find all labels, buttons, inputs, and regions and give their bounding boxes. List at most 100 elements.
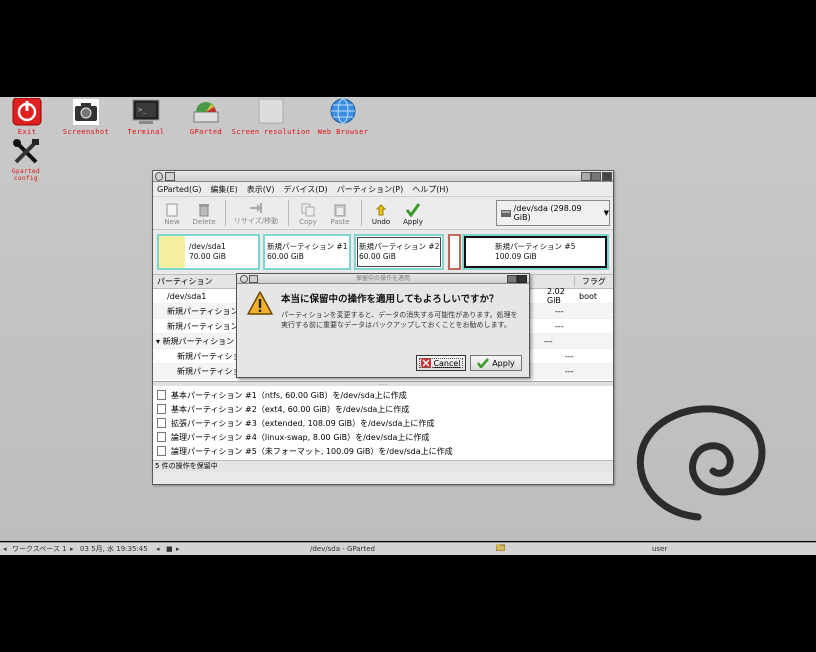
partition-block-swap[interactable] bbox=[448, 234, 461, 270]
copy-label: Copy bbox=[299, 218, 317, 226]
tray-next-icon[interactable]: ▸ bbox=[176, 543, 180, 555]
desktop-icon-label: Terminal bbox=[127, 128, 165, 136]
desktop-icon-screenshot[interactable]: Screenshot bbox=[62, 98, 110, 136]
partition-block-new-5[interactable]: 新規パーティション #5 100.09 GiB bbox=[462, 234, 609, 270]
operation-text: 論理パーティション #5（未フォーマット, 100.09 GiB）を/dev/s… bbox=[171, 446, 453, 456]
camera-icon bbox=[71, 98, 101, 126]
cell-unused: --- bbox=[555, 321, 564, 331]
operation-icon bbox=[157, 390, 166, 400]
menu-help[interactable]: ヘルプ(H) bbox=[412, 184, 448, 195]
partition-block-sda1[interactable]: /dev/sda1 70.00 GiB bbox=[157, 234, 260, 270]
workspace-next-icon[interactable]: ▸ bbox=[70, 543, 74, 555]
menu-gparted[interactable]: GParted(G) bbox=[157, 185, 201, 194]
cancel-icon bbox=[421, 358, 432, 368]
close-button[interactable] bbox=[602, 172, 612, 181]
menu-device[interactable]: デバイス(D) bbox=[283, 184, 327, 195]
menu-view[interactable]: 表示(V) bbox=[247, 184, 275, 195]
window-menu-icon[interactable] bbox=[155, 172, 163, 181]
menu-partition[interactable]: パーティション(P) bbox=[337, 184, 404, 195]
operation-icon bbox=[157, 404, 166, 414]
new-button[interactable]: New bbox=[157, 203, 187, 229]
toolbar-separator bbox=[288, 200, 289, 226]
window-icon bbox=[165, 172, 175, 181]
taskbar-user: user bbox=[652, 545, 668, 553]
desktop-icon-gparted-config[interactable]: Gparted config bbox=[4, 138, 48, 182]
column-header-flags[interactable]: フラグ bbox=[573, 276, 613, 287]
expander-arrow-icon[interactable]: ▾ bbox=[156, 337, 160, 346]
tray-stop-icon[interactable]: ■ bbox=[166, 543, 173, 555]
desktop-icon-label: Exit bbox=[17, 128, 37, 136]
apply-confirm-dialog: 保留中の操作を適用 本当に保留中の操作を適用してもよろしいですか？ パーティショ… bbox=[236, 273, 530, 378]
cell-unused: --- bbox=[555, 306, 564, 316]
toolbar: New Delete リサイズ/移動 Copy Paste Undo Apply… bbox=[153, 197, 613, 230]
paste-icon bbox=[333, 203, 347, 217]
undo-button[interactable]: Undo bbox=[366, 203, 396, 229]
svg-text:>_: >_ bbox=[138, 106, 148, 114]
checkmark-icon bbox=[405, 203, 421, 218]
maximize-button[interactable] bbox=[591, 172, 601, 181]
menu-edit[interactable]: 編集(E) bbox=[210, 184, 237, 195]
delete-button[interactable]: Delete bbox=[189, 203, 219, 229]
desktop-icon-web-browser[interactable]: Web Browser bbox=[314, 98, 372, 136]
desktop-icon-terminal[interactable]: >_ Terminal bbox=[124, 98, 168, 136]
partition-block-new-1[interactable]: 新規パーティション #1 60.00 GiB bbox=[263, 234, 351, 270]
gparted-icon bbox=[191, 98, 221, 126]
dialog-message: パーティションを変更すると、データの消失する可能性があります。処理を実行する前に… bbox=[281, 311, 518, 329]
operation-text: 拡張パーティション #3（extended, 108.09 GiB）を/dev/… bbox=[171, 418, 435, 428]
partition-block-name: 新規パーティション #1 bbox=[267, 242, 348, 251]
partition-block-name: 新規パーティション #2 bbox=[359, 242, 440, 251]
workspace-prev-icon[interactable]: ◂ bbox=[3, 543, 7, 555]
operation-text: 基本パーティション #1（ntfs, 60.00 GiB）を/dev/sda上に… bbox=[171, 390, 407, 400]
partition-block-new-2[interactable]: 新規パーティション #2 60.00 GiB bbox=[354, 234, 444, 270]
trash-icon bbox=[197, 203, 211, 217]
cancel-button[interactable]: Cancel bbox=[416, 355, 466, 371]
terminal-icon: >_ bbox=[131, 98, 161, 126]
operation-text: 基本パーティション #2（ext4, 60.00 GiB）を/dev/sda上に… bbox=[171, 404, 410, 414]
power-icon bbox=[12, 97, 42, 126]
resize-label: リサイズ/移動 bbox=[233, 217, 279, 225]
operation-item[interactable]: 拡張パーティション #3（extended, 108.09 GiB）を/dev/… bbox=[153, 416, 613, 430]
operation-item[interactable]: 基本パーティション #1（ntfs, 60.00 GiB）を/dev/sda上に… bbox=[153, 388, 613, 402]
pending-operations-list: 基本パーティション #1（ntfs, 60.00 GiB）を/dev/sda上に… bbox=[153, 386, 613, 460]
dialog-close-button[interactable] bbox=[517, 275, 527, 283]
partition-block-size: 100.09 GiB bbox=[495, 252, 537, 261]
partition-block-size: 70.00 GiB bbox=[189, 252, 226, 261]
operation-text: 論理パーティション #4（linux-swap, 8.00 GiB）を/dev/… bbox=[171, 432, 430, 442]
globe-icon bbox=[328, 98, 358, 126]
operation-item[interactable]: 論理パーティション #4（linux-swap, 8.00 GiB）を/dev/… bbox=[153, 430, 613, 444]
cancel-label: Cancel bbox=[433, 358, 461, 368]
desktop-icon-exit[interactable]: Exit bbox=[8, 97, 46, 136]
cell-partition: 新規パーティション bbox=[162, 336, 235, 346]
tray-prev-icon[interactable]: ◂ bbox=[156, 543, 160, 555]
apply-button[interactable]: Apply bbox=[398, 203, 428, 229]
operation-item[interactable]: 基本パーティション #2（ext4, 60.00 GiB）を/dev/sda上に… bbox=[153, 402, 613, 416]
desktop-icon-gparted[interactable]: GParted bbox=[186, 98, 226, 136]
dialog-titlebar[interactable]: 保留中の操作を適用 bbox=[237, 274, 529, 284]
desktop-icon-screen-resolution[interactable]: Screen resolution bbox=[230, 98, 312, 136]
desktop-icon-label: GParted bbox=[189, 128, 223, 136]
warning-icon bbox=[247, 291, 273, 315]
cell-flags: boot bbox=[579, 291, 598, 301]
dialog-heading: 本当に保留中の操作を適用してもよろしいですか？ bbox=[281, 294, 499, 305]
paste-button[interactable]: Paste bbox=[325, 203, 355, 229]
taskbar-window-button[interactable]: /dev/sda - GParted bbox=[310, 543, 375, 555]
copy-button[interactable]: Copy bbox=[293, 203, 323, 229]
device-selector[interactable]: /dev/sda (298.09 GiB) ▼ bbox=[496, 200, 610, 226]
taskbar: ◂ ワークスペース 1 ▸ 03 5月, 水 19:35:45 ◂ ■ ▸ /d… bbox=[0, 542, 816, 555]
dialog-apply-button[interactable]: Apply bbox=[470, 355, 522, 371]
workspace-switcher[interactable]: ワークスペース 1 bbox=[12, 543, 67, 555]
disk-icon bbox=[501, 210, 511, 217]
new-label: New bbox=[164, 218, 180, 226]
cell-unused: 2.02 GiB bbox=[547, 287, 565, 305]
dialog-menu-icon[interactable] bbox=[240, 275, 248, 283]
display-icon bbox=[256, 98, 286, 126]
delete-label: Delete bbox=[192, 218, 216, 226]
desktop: Exit Screenshot >_ Terminal GParted Scre… bbox=[0, 97, 816, 541]
dialog-maximize-button[interactable] bbox=[507, 275, 517, 283]
window-titlebar[interactable] bbox=[153, 171, 613, 182]
resize-move-button[interactable]: リサイズ/移動 bbox=[230, 201, 282, 229]
operation-item[interactable]: 論理パーティション #5（未フォーマット, 100.09 GiB）を/dev/s… bbox=[153, 444, 613, 458]
folder-icon[interactable] bbox=[495, 543, 506, 555]
desktop-icon-label: Gparted config bbox=[11, 168, 41, 182]
minimize-button[interactable] bbox=[581, 172, 591, 181]
